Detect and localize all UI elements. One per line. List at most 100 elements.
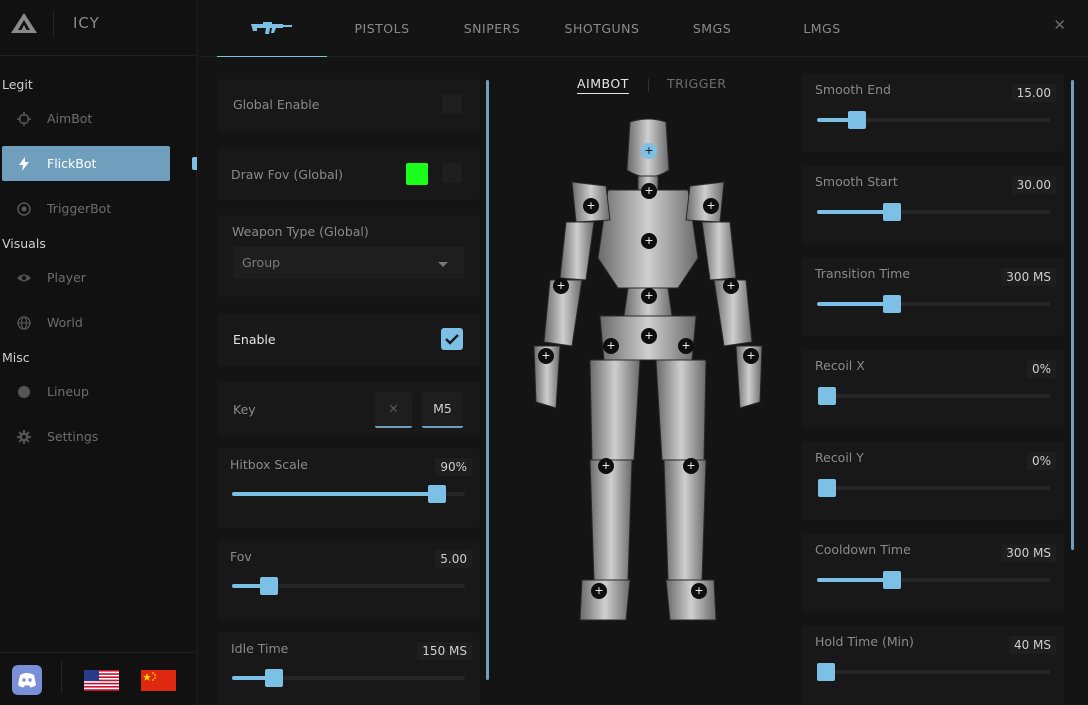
hitpoint-stomach[interactable]: + (641, 288, 657, 304)
eye-icon (17, 274, 31, 282)
idle-time-slider[interactable] (232, 669, 465, 687)
enable-checkbox[interactable] (441, 328, 463, 350)
section-title-misc: Misc (2, 350, 30, 365)
crosshair-icon (17, 112, 31, 126)
rifle-icon (251, 22, 292, 34)
recoil-y-slider[interactable] (817, 479, 1050, 497)
fov-slider[interactable] (232, 577, 465, 595)
gear-icon (17, 430, 31, 444)
active-indicator (192, 157, 197, 170)
slider-fill (817, 210, 892, 214)
checkmark-icon (445, 334, 459, 345)
left-scrollbar[interactable] (486, 80, 489, 680)
sidebar-item-label: Lineup (47, 384, 89, 399)
hold-time-label: Hold Time (Min) (815, 634, 914, 649)
hitpoint-neck[interactable]: + (641, 183, 657, 199)
hitpoint-right-elbow[interactable]: + (723, 278, 739, 294)
key-clear-button[interactable]: ✕ (375, 392, 412, 428)
sidebar-item-label: Settings (47, 429, 99, 444)
hitpoint-right-knee[interactable]: + (683, 458, 699, 474)
slider-thumb[interactable] (264, 669, 283, 687)
slider-thumb[interactable] (882, 203, 901, 221)
hitpoint-right-hip[interactable]: + (678, 338, 694, 354)
discord-icon[interactable] (12, 665, 42, 695)
slider-fill (817, 302, 892, 306)
hitpoint-left-shoulder[interactable]: + (583, 198, 599, 214)
tab-pistols[interactable]: PISTOLS (327, 0, 437, 57)
tab-smgs[interactable]: SMGS (657, 0, 767, 57)
smooth-end-value: 15.00 (1011, 84, 1056, 102)
hitpoint-chest[interactable]: + (641, 233, 657, 249)
slider-thumb[interactable] (818, 479, 836, 497)
recoil-x-value: 0% (1026, 360, 1056, 378)
smooth-end-slider[interactable] (817, 111, 1050, 129)
transition-time-value: 300 MS (1001, 268, 1056, 286)
recoil-y-card: Recoil Y 0% (802, 442, 1064, 520)
tab-lmgs[interactable]: LMGS (767, 0, 877, 57)
sidebar-item-aimbot[interactable]: AimBot (2, 101, 170, 136)
weapon-type-select[interactable]: Group (233, 247, 464, 279)
smooth-start-slider[interactable] (817, 203, 1050, 221)
tab-snipers[interactable]: SNIPERS (437, 0, 547, 57)
weapon-type-card: Weapon Type (Global) Group (218, 215, 480, 297)
hitpoint-pelvis[interactable]: + (641, 328, 657, 344)
sidebar-item-player[interactable]: Player (2, 260, 170, 295)
recoil-x-slider[interactable] (817, 387, 1050, 405)
sidebar-item-triggerbot[interactable]: TriggerBot (2, 191, 170, 226)
right-scrollbar[interactable] (1071, 80, 1074, 550)
hitpoint-right-hand[interactable]: + (743, 348, 759, 364)
recoil-x-card: Recoil X 0% (802, 350, 1064, 428)
transition-time-slider[interactable] (817, 295, 1050, 313)
us-flag-icon[interactable] (84, 670, 119, 691)
tab-rifles[interactable] (217, 0, 327, 57)
hitpoint-left-hand[interactable]: + (538, 348, 554, 364)
sidebar-item-lineup[interactable]: Lineup (2, 374, 170, 409)
brand-divider (53, 10, 54, 38)
key-bind-button[interactable]: M5 (422, 392, 463, 428)
fov-value: 5.00 (435, 550, 472, 568)
slider-thumb[interactable] (882, 571, 901, 589)
sidebar-item-flickbot[interactable]: FlickBot (2, 146, 170, 181)
fov-card: Fov 5.00 (218, 540, 480, 620)
tab-shotguns[interactable]: SHOTGUNS (547, 0, 657, 57)
slider-thumb[interactable] (882, 295, 901, 313)
slider-thumb[interactable] (428, 485, 447, 503)
slider-thumb[interactable] (818, 387, 836, 405)
global-enable-toggle[interactable] (442, 94, 462, 114)
cooldown-time-slider[interactable] (817, 571, 1050, 589)
hitpoint-left-knee[interactable]: + (598, 458, 614, 474)
hold-time-slider[interactable] (817, 663, 1050, 681)
enable-label: Enable (233, 332, 276, 347)
sidebar-item-world[interactable]: World (2, 305, 170, 340)
slider-thumb[interactable] (260, 577, 279, 595)
hitpoint-right-foot[interactable]: + (691, 583, 707, 599)
hitpoint-left-elbow[interactable]: + (553, 278, 569, 294)
slider-thumb[interactable] (817, 663, 836, 681)
logo-icon (11, 13, 37, 33)
tab-trigger[interactable]: TRIGGER (667, 76, 726, 91)
cooldown-time-label: Cooldown Time (815, 542, 911, 557)
tab-aimbot[interactable]: AIMBOT (577, 76, 629, 94)
hold-time-value: 40 MS (1008, 636, 1056, 654)
cn-flag-icon[interactable] (141, 670, 176, 691)
slider-fill (232, 492, 438, 496)
weapon-type-value: Group (242, 255, 281, 270)
fov-color-swatch[interactable] (406, 163, 428, 185)
draw-fov-toggle[interactable] (442, 163, 462, 183)
sidebar-item-settings[interactable]: Settings (2, 419, 170, 454)
hitbox-scale-value: 90% (435, 458, 472, 476)
globe-icon (17, 316, 31, 330)
hitpoint-right-shoulder[interactable]: + (703, 198, 719, 214)
app-window: ICY Legit AimBot FlickBot TriggerBot Vis… (0, 0, 1088, 705)
close-button[interactable]: ✕ (1053, 16, 1066, 34)
idle-time-value: 150 MS (417, 642, 472, 660)
sidebar-item-label: World (47, 315, 83, 330)
weapon-tabs: PISTOLS SNIPERS SHOTGUNS SMGS LMGS ✕ (198, 0, 1088, 57)
hitpoint-left-foot[interactable]: + (591, 583, 607, 599)
hitpoint-left-hip[interactable]: + (603, 338, 619, 354)
hold-time-card: Hold Time (Min) 40 MS (802, 626, 1064, 705)
enable-card: Enable (218, 314, 480, 366)
hitpoint-head[interactable]: + (641, 143, 657, 159)
hitbox-scale-slider[interactable] (232, 485, 465, 503)
slider-thumb[interactable] (847, 111, 866, 129)
